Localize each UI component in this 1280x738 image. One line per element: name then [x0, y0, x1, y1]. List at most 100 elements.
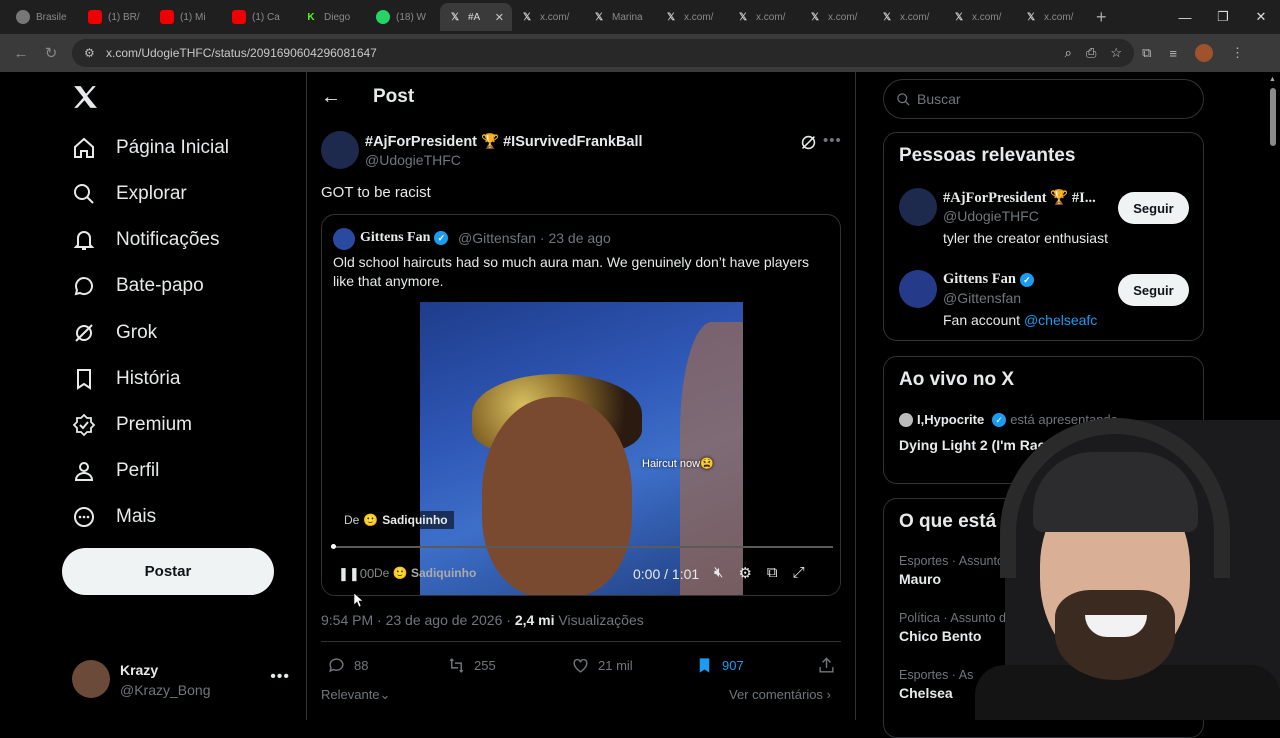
heart-icon — [573, 658, 588, 673]
share-button[interactable] — [817, 656, 836, 675]
sidebar-item-mais[interactable]: Mais — [72, 502, 156, 532]
video-frame: Haircut now😫 — [420, 302, 743, 595]
sort-dropdown[interactable]: Relevante⌄ — [321, 687, 390, 703]
sidebar-item-grok[interactable]: Grok — [72, 318, 157, 348]
sidebar-item-premium[interactable]: Premium — [72, 410, 192, 440]
profile-avatar[interactable] — [1195, 44, 1213, 62]
new-tab-button[interactable]: + — [1096, 7, 1107, 28]
progress-handle[interactable] — [331, 544, 336, 549]
browser-tab[interactable]: (18) W — [368, 3, 440, 31]
sidebar-item-bate-papo[interactable]: Bate-papo — [72, 271, 204, 301]
person-bio: tyler the creator enthusiast — [943, 230, 1108, 246]
extensions-icon[interactable]: ⧉ — [1142, 45, 1151, 61]
person-name[interactable]: Gittens Fan ✓ — [943, 271, 1034, 288]
browser-tab[interactable]: 𝕏 Marina — [584, 3, 656, 31]
card-title: Pessoas relevantes — [899, 145, 1076, 166]
reading-list-icon[interactable]: ≡ — [1169, 46, 1177, 61]
browser-tab[interactable]: 𝕏x.com/ — [944, 3, 1016, 31]
avatar — [899, 412, 913, 427]
settings-icon[interactable]: ⚙ — [738, 564, 751, 582]
browser-tab[interactable]: (1) BR/ — [80, 3, 152, 31]
sidebar-item-notifica-es[interactable]: Notificações — [72, 225, 220, 255]
chat-icon — [74, 277, 93, 296]
bookmark-button[interactable]: 907 — [695, 656, 744, 675]
menu-dots-icon[interactable]: ⋮ — [1231, 45, 1244, 61]
close-tab-icon[interactable]: ✕ — [495, 11, 504, 24]
back-arrow-icon[interactable]: ← — [321, 86, 341, 109]
webcam-overlay — [945, 400, 1280, 720]
tab-label: x.com/ — [972, 11, 1002, 23]
person-name[interactable]: #AjForPresident 🏆 #I... — [943, 189, 1096, 207]
author-avatar[interactable] — [321, 131, 359, 169]
video-player[interactable]: Haircut now😫 De 🙂 Sadiquinho ❚❚00 De 🙂 Sad… — [322, 302, 840, 595]
minimize-icon[interactable]: — — [1166, 0, 1204, 34]
sidebar-item-hist-ria[interactable]: História — [72, 364, 180, 394]
person-handle: @Gittensfan — [943, 290, 1022, 306]
more-dots-icon[interactable]: ••• — [823, 132, 842, 149]
tab-label: Marina — [612, 11, 643, 23]
avatar[interactable] — [899, 270, 937, 308]
repost-button[interactable]: 255 — [447, 656, 496, 675]
quoted-tweet[interactable]: Gittens Fan ✓ @Gittensfan · 23 de ago Old… — [321, 214, 841, 596]
install-icon[interactable]: ⎙ — [1086, 45, 1096, 61]
main-column: ← Post #AjForPresident 🏆 #ISurvivedFrank… — [307, 72, 855, 720]
view-comments-link[interactable]: Ver comentários › — [729, 687, 831, 702]
video-source-tag[interactable]: De 🙂 Sadiquinho — [338, 511, 454, 529]
sidebar-item-label: Perfil — [116, 459, 160, 481]
reload-icon[interactable]: ↻ — [36, 44, 66, 62]
sidebar-item-label: Premium — [116, 413, 193, 435]
browser-tab[interactable]: 𝕏x.com/ — [656, 3, 728, 31]
pip-icon[interactable]: ⧉ — [767, 564, 778, 582]
video-progress-bar[interactable] — [331, 544, 833, 549]
reply-icon — [329, 658, 344, 673]
browser-tab[interactable]: 𝕏x.com/ — [728, 3, 800, 31]
sidebar-item-label: Página Inicial — [116, 137, 230, 158]
tab-label: #A — [468, 11, 481, 23]
quote-handle-date: @Gittensfan · 23 de ago — [458, 230, 611, 246]
browser-toolbar: ← ↻ ⚙ x.com/UdogieTHFC/status/2091690604… — [0, 34, 1280, 72]
browser-tab[interactable]: 𝕏x.com/ — [872, 3, 944, 31]
account-switcher[interactable]: Krazy @Krazy_Bong ••• — [72, 660, 290, 700]
author-handle[interactable]: @UdogieTHFC — [365, 152, 461, 168]
maximize-icon[interactable]: ❐ — [1204, 0, 1242, 34]
pause-icon[interactable]: ❚❚00 — [338, 566, 374, 582]
like-button[interactable]: 21 mil — [571, 656, 633, 675]
scroll-up-icon[interactable]: ▲ — [1269, 76, 1276, 83]
browser-tab[interactable]: 𝕏x.com/ — [800, 3, 872, 31]
browser-tab[interactable]: 𝕏x.com/ — [512, 3, 584, 31]
sidebar-item-label: História — [116, 367, 181, 389]
author-name[interactable]: #AjForPresident 🏆 #ISurvivedFrankBall — [365, 133, 643, 150]
x-logo-icon[interactable] — [72, 84, 98, 110]
post-button[interactable]: Postar — [62, 548, 274, 595]
follow-button[interactable]: Seguir — [1118, 274, 1189, 306]
mute-icon[interactable]: 🔇︎ — [714, 564, 723, 582]
trend-name[interactable]: Mauro — [899, 571, 941, 587]
verified-icon — [72, 413, 96, 437]
more-circle-icon — [74, 507, 94, 527]
sidebar-item-perfil[interactable]: Perfil — [72, 456, 159, 486]
fullscreen-icon[interactable]: ⤢ — [793, 564, 805, 582]
sidebar-item-p-gina-inicial[interactable]: Página Inicial — [72, 133, 229, 163]
site-info-icon[interactable]: ⚙ — [84, 46, 102, 60]
close-window-icon[interactable]: ✕ — [1242, 0, 1280, 34]
search-input[interactable]: Buscar — [883, 79, 1204, 119]
address-bar[interactable]: ⚙ x.com/UdogieTHFC/status/20916906042960… — [72, 39, 1134, 67]
video-source-label: De 🙂 Sadiquinho — [374, 566, 477, 580]
mention-link[interactable]: @chelseafc — [1024, 312, 1097, 328]
follow-button[interactable]: Seguir — [1118, 192, 1189, 224]
scroll-thumb[interactable] — [1270, 88, 1276, 146]
browser-tab[interactable]: (1) Ca — [224, 3, 296, 31]
avatar[interactable] — [899, 188, 937, 226]
grok-icon[interactable] — [800, 134, 817, 151]
browser-tab[interactable]: Brasile — [8, 3, 80, 31]
sidebar-item-explorar[interactable]: Explorar — [72, 179, 187, 209]
star-icon[interactable]: ☆ — [1110, 45, 1122, 61]
browser-tab[interactable]: K Diego — [296, 3, 368, 31]
sidebar-item-label: Mais — [116, 506, 157, 527]
back-icon[interactable]: ← — [6, 45, 36, 62]
browser-tab[interactable]: 𝕏x.com/ — [1016, 3, 1088, 31]
browser-tab[interactable]: (1) Mi — [152, 3, 224, 31]
zoom-icon[interactable]: ⌕ — [1065, 45, 1072, 61]
browser-tab[interactable]: 𝕏 #A ✕ — [440, 3, 512, 31]
reply-button[interactable]: 88 — [327, 656, 368, 675]
